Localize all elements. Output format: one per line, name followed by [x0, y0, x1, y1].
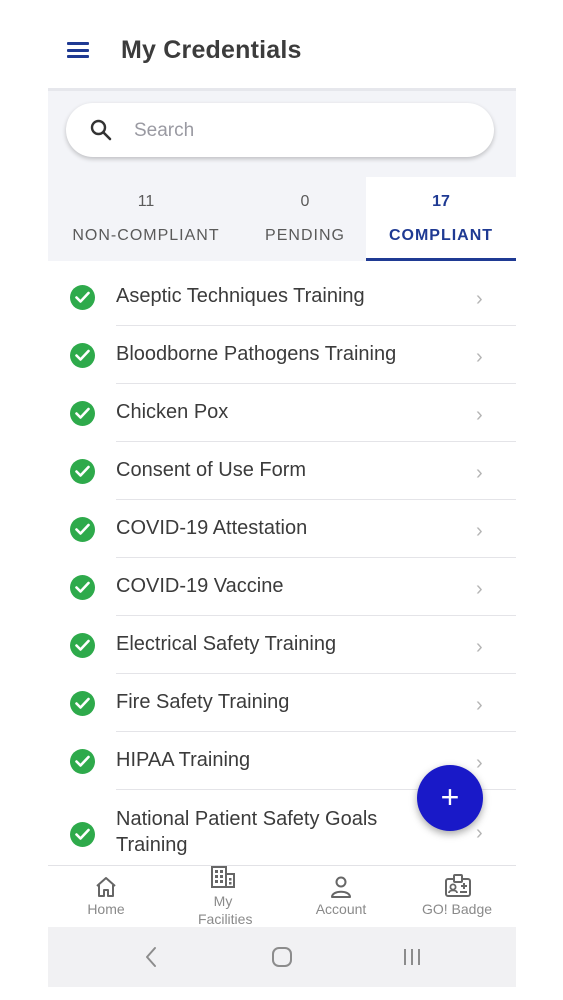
account-icon	[331, 876, 351, 898]
chevron-right-icon: ›	[476, 636, 483, 658]
search-icon	[90, 119, 112, 141]
chevron-right-icon: ›	[476, 694, 483, 716]
nav-label: Home	[87, 901, 125, 917]
tab-count: 11	[137, 193, 155, 210]
tab-count: 17	[432, 193, 450, 210]
list-item[interactable]: Consent of Use Form ›	[48, 442, 516, 500]
list-item[interactable]: Bloodborne Pathogens Training ›	[48, 326, 516, 384]
list-item[interactable]: Aseptic Techniques Training ›	[48, 268, 516, 326]
list-item-label: Chicken Pox	[116, 401, 229, 423]
page-title: My Credentials	[121, 36, 302, 64]
nav-my-facilities[interactable]: My Facilities	[182, 866, 264, 928]
add-credential-button[interactable]: +	[417, 765, 483, 831]
tab-label: PENDING	[265, 227, 345, 244]
app-screen: My Credentials 11 NON-COMPLIANT 0 PENDIN…	[48, 0, 516, 1000]
plus-icon: +	[440, 779, 460, 815]
check-circle-icon	[70, 401, 95, 426]
status-tabs: 11 NON-COMPLIANT 0 PENDING 17 COMPLIANT	[48, 177, 516, 261]
list-item-label: COVID-19 Attestation	[116, 517, 308, 539]
list-item-label: HIPAA Training	[116, 749, 251, 771]
home-circle-icon	[272, 947, 292, 967]
check-circle-icon	[70, 749, 95, 774]
list-item[interactable]: COVID-19 Vaccine ›	[48, 558, 516, 616]
check-circle-icon	[70, 517, 95, 542]
check-circle-icon	[70, 575, 95, 600]
nav-account[interactable]: Account	[302, 866, 380, 928]
chevron-right-icon: ›	[476, 822, 483, 844]
check-circle-icon	[70, 285, 95, 310]
tab-pending[interactable]: 0 PENDING	[244, 177, 366, 261]
search-bar[interactable]	[66, 103, 494, 157]
system-back-button[interactable]	[130, 927, 174, 987]
app-bar: My Credentials	[48, 0, 516, 91]
list-item-label: National Patient Safety Goals Training	[116, 808, 378, 856]
list-item-label: Consent of Use Form	[116, 459, 307, 481]
list-item-label: Bloodborne Pathogens Training	[116, 343, 397, 365]
nav-go-badge[interactable]: GO! Badge	[412, 866, 502, 928]
check-circle-icon	[70, 459, 95, 484]
chevron-right-icon: ›	[476, 462, 483, 484]
system-home-button[interactable]	[260, 927, 304, 987]
back-icon	[146, 947, 156, 967]
search-input[interactable]	[132, 115, 466, 147]
tab-label: COMPLIANT	[388, 227, 494, 244]
tab-compliant[interactable]: 17 COMPLIANT	[366, 177, 516, 261]
system-recents-button[interactable]	[390, 927, 434, 987]
check-circle-icon	[70, 633, 95, 658]
chevron-right-icon: ›	[476, 346, 483, 368]
list-item-label: Fire Safety Training	[116, 691, 290, 713]
chevron-right-icon: ›	[476, 404, 483, 426]
list-item-label: Electrical Safety Training	[116, 633, 337, 655]
recents-icon	[404, 949, 420, 965]
menu-icon[interactable]	[67, 42, 89, 58]
list-item[interactable]: Chicken Pox ›	[48, 384, 516, 442]
tab-non-compliant[interactable]: 11 NON-COMPLIANT	[48, 177, 244, 261]
check-circle-icon	[70, 691, 95, 716]
list-item[interactable]: Fire Safety Training ›	[48, 674, 516, 732]
nav-label: Account	[315, 901, 367, 917]
nav-label: GO! Badge	[421, 901, 493, 917]
list-item[interactable]: COVID-19 Attestation ›	[48, 500, 516, 558]
list-item-label: Aseptic Techniques Training	[116, 285, 365, 307]
home-icon	[96, 877, 116, 897]
chevron-right-icon: ›	[476, 578, 483, 600]
tab-label: NON-COMPLIANT	[72, 227, 220, 244]
check-circle-icon	[70, 822, 95, 847]
building-icon	[211, 866, 235, 888]
bottom-nav: Home My Facilities Account GO! Badge	[48, 865, 516, 928]
search-area	[48, 91, 516, 177]
chevron-right-icon: ›	[476, 288, 483, 310]
nav-home[interactable]: Home	[70, 866, 142, 928]
system-nav-bar	[48, 927, 516, 987]
list-item[interactable]: Electrical Safety Training ›	[48, 616, 516, 674]
check-circle-icon	[70, 343, 95, 368]
nav-label: My Facilities	[198, 893, 253, 927]
chevron-right-icon: ›	[476, 520, 483, 542]
badge-icon	[445, 874, 471, 897]
chevron-right-icon: ›	[476, 752, 483, 774]
tab-count: 0	[300, 193, 310, 210]
list-item-label: COVID-19 Vaccine	[116, 575, 284, 597]
